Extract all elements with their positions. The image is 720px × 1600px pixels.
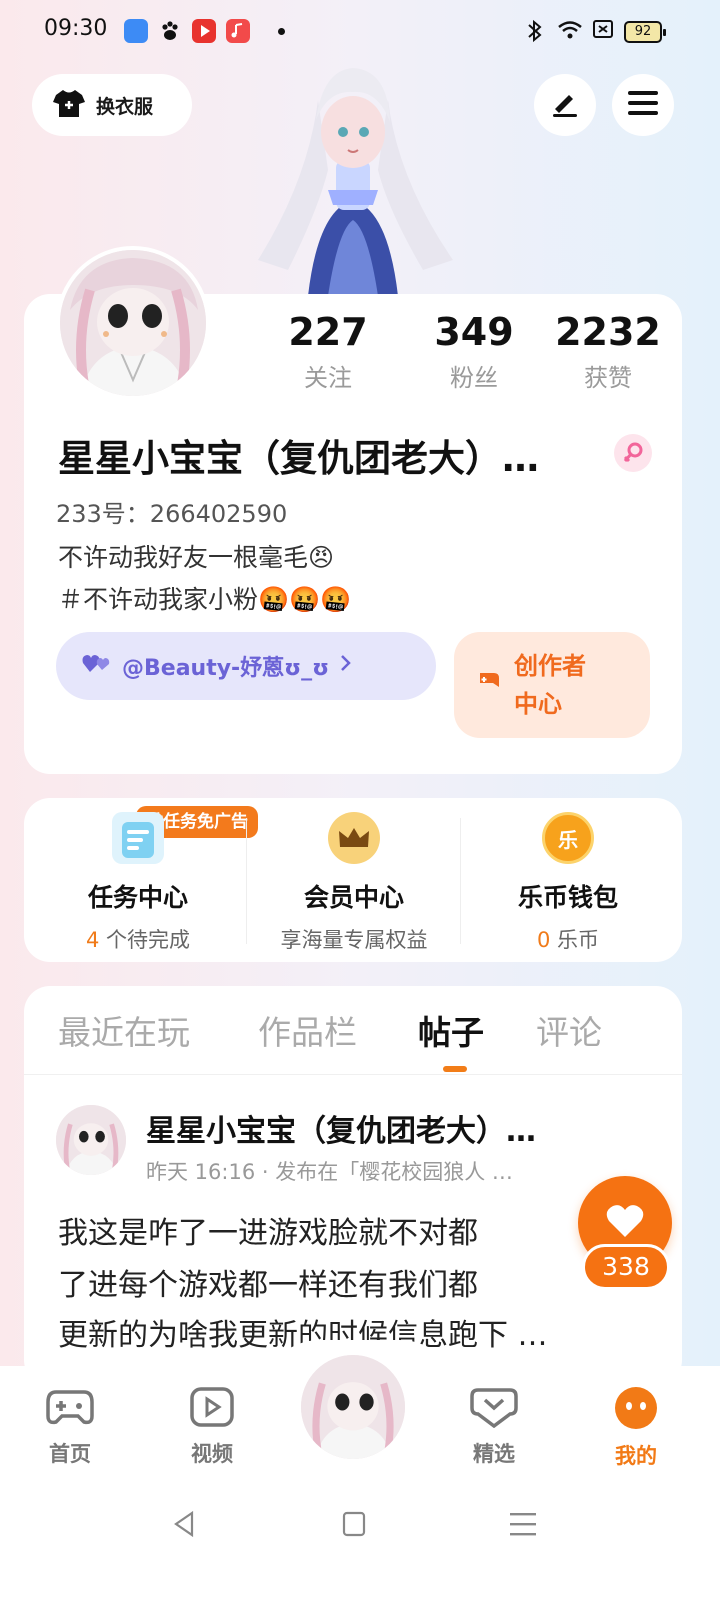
coin-icon: 乐 xyxy=(542,812,594,864)
double-heart-icon xyxy=(82,652,112,680)
menu-button[interactable] xyxy=(612,74,674,136)
profile-nickname: 星星小宝宝（复仇团老大）… xyxy=(58,437,539,480)
tab-recently-played[interactable]: 最近在玩 xyxy=(58,1006,190,1054)
nav-video[interactable]: 视频 xyxy=(172,1386,252,1468)
system-recents-icon[interactable] xyxy=(510,1510,536,1542)
crown-icon xyxy=(328,812,380,864)
tab-posts[interactable]: 帖子 xyxy=(418,1006,484,1054)
sim-icon xyxy=(592,18,614,45)
status-time: 09:30 xyxy=(44,16,108,41)
creator-center-button[interactable]: 创作者 中心 xyxy=(454,632,650,738)
post-author-name[interactable]: 星星小宝宝（复仇团老大）… xyxy=(146,1106,536,1150)
stat-likes-value: 2232 xyxy=(555,310,661,354)
battery-indicator: 92 xyxy=(624,21,666,43)
heart-icon xyxy=(605,1203,645,1243)
task-clipboard-icon xyxy=(112,812,164,864)
nav-home-label: 首页 xyxy=(49,1442,91,1466)
linked-friend-button[interactable]: @Beauty-妤蒽ʊ_ʊ xyxy=(56,632,436,700)
system-back-icon[interactable] xyxy=(172,1510,196,1542)
edit-profile-button[interactable] xyxy=(534,74,596,136)
stat-following[interactable]: 227 关注 xyxy=(268,310,388,393)
profile-face-icon xyxy=(614,1386,658,1434)
heart-chat-icon xyxy=(470,1386,518,1432)
stat-following-value: 227 xyxy=(288,310,368,354)
vip-center-title: 会员中心 xyxy=(303,883,404,912)
post-author-avatar[interactable] xyxy=(56,1105,126,1175)
user-id: 233号：266402590 xyxy=(56,500,288,528)
stat-likes[interactable]: 2232 获赞 xyxy=(548,310,668,393)
stat-following-label: 关注 xyxy=(304,364,352,392)
task-center-button[interactable]: 任务中心 4 个待完成 xyxy=(28,812,248,954)
stat-likes-label: 获赞 xyxy=(584,364,632,392)
female-gender-icon xyxy=(614,434,652,472)
change-outfit-label: 换衣服 xyxy=(96,95,154,118)
pen-icon xyxy=(550,88,580,122)
gamepad-icon xyxy=(46,1386,94,1432)
blue-app-icon xyxy=(124,19,148,43)
stat-followers-label: 粉丝 xyxy=(450,364,498,392)
like-count: 338 xyxy=(582,1244,670,1290)
tab-works[interactable]: 作品栏 xyxy=(258,1006,357,1054)
change-outfit-button[interactable]: 换衣服 xyxy=(32,74,192,136)
nav-center-avatar[interactable] xyxy=(298,1352,408,1462)
nav-featured-label: 精选 xyxy=(473,1442,515,1466)
post-text-line-2[interactable]: 了进每个游戏都一样还有我们都 xyxy=(58,1260,478,1304)
nav-mine-label: 我的 xyxy=(615,1444,657,1468)
active-tab-indicator xyxy=(443,1066,467,1072)
post-meta: 昨天 16:16 · 发布在「樱花校园狼人 … xyxy=(146,1160,513,1184)
status-bar: 09:30 92 xyxy=(0,0,720,64)
hamburger-menu-icon xyxy=(628,90,658,120)
stat-followers[interactable]: 349 粉丝 xyxy=(414,310,534,393)
bluetooth-icon xyxy=(526,18,544,49)
vip-center-subtitle: 享海量专属权益 xyxy=(280,928,428,952)
creator-center-label: 创作者 中心 xyxy=(514,652,586,718)
nav-video-label: 视频 xyxy=(191,1442,233,1466)
task-center-title: 任务中心 xyxy=(87,883,188,912)
bio-line-1: 不许动我好友一根毫毛😠 xyxy=(58,543,335,572)
coin-wallet-subtitle: 0 乐币 xyxy=(536,928,600,952)
baidu-paw-icon xyxy=(158,19,182,43)
game-controller-icon xyxy=(476,666,502,704)
video-icon xyxy=(189,1386,235,1432)
task-center-subtitle: 4 个待完成 xyxy=(85,928,191,952)
tabs-divider xyxy=(24,1074,682,1075)
red-play-icon xyxy=(192,19,216,43)
avatar-character-model[interactable] xyxy=(248,60,458,296)
stat-followers-value: 349 xyxy=(434,310,514,354)
profile-avatar[interactable] xyxy=(56,246,210,400)
nav-home[interactable]: 首页 xyxy=(30,1386,110,1468)
chevron-right-icon xyxy=(339,653,353,679)
notification-dot xyxy=(278,28,285,35)
bio-line-2: ＃不许动我家小粉🤬🤬🤬 xyxy=(58,585,352,614)
linked-friend-label: @Beauty-妤蒽ʊ_ʊ xyxy=(122,656,330,681)
wifi-icon xyxy=(556,18,584,47)
nav-featured[interactable]: 精选 xyxy=(454,1386,534,1468)
red-music-icon xyxy=(226,19,250,43)
coin-wallet-title: 乐币钱包 xyxy=(517,883,618,912)
tab-comments[interactable]: 评论 xyxy=(536,1006,602,1054)
nav-mine[interactable]: 我的 xyxy=(596,1386,676,1470)
post-text-line-1[interactable]: 我这是咋了一进游戏脸就不对都 xyxy=(58,1208,478,1252)
shirt-icon xyxy=(52,87,86,124)
system-home-icon[interactable] xyxy=(342,1510,366,1542)
coin-wallet-button[interactable]: 乐 乐币钱包 0 乐币 xyxy=(458,812,678,954)
vip-center-button[interactable]: 会员中心 享海量专属权益 xyxy=(244,812,464,954)
